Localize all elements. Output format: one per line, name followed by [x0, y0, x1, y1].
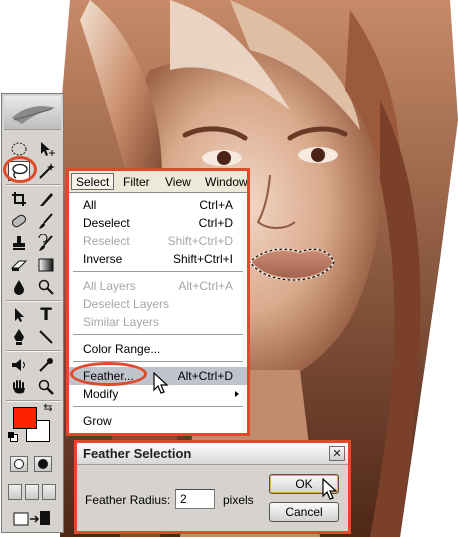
eraser-tool-icon[interactable] — [8, 255, 30, 275]
menu-item-similar-layers: Similar Layers — [69, 313, 247, 331]
menu-bar: Select Filter View Window — [69, 171, 247, 193]
menu-item-shortcut: Shift+Ctrl+D — [167, 234, 233, 248]
crop-tool-icon[interactable] — [8, 189, 30, 209]
healing-brush-tool-icon[interactable] — [8, 211, 30, 231]
path-selection-tool-icon[interactable] — [8, 305, 30, 325]
menu-item-shortcut: Ctrl+A — [199, 198, 233, 212]
menu-item-label: Modify — [83, 387, 119, 401]
swap-colors-icon[interactable]: ⇆ — [40, 400, 56, 414]
menu-item-all[interactable]: All Ctrl+A — [69, 196, 247, 214]
magic-wand-tool-icon[interactable] — [35, 161, 57, 181]
history-brush-tool-icon[interactable] — [35, 233, 57, 253]
feather-radius-label: Feather Radius: — [85, 493, 171, 507]
lasso-highlight-annotation — [3, 156, 37, 183]
menu-item-label: Similar Layers — [83, 315, 160, 329]
submenu-arrow-icon — [235, 391, 239, 397]
menu-item-label: All Layers — [83, 279, 136, 293]
zoom-tool-icon[interactable] — [35, 377, 57, 397]
slice-tool-icon[interactable] — [35, 189, 57, 209]
default-colors-icon[interactable] — [8, 432, 18, 442]
full-screen-mode-button[interactable] — [42, 484, 56, 500]
clone-stamp-tool-icon[interactable] — [8, 233, 30, 253]
menu-item-inverse[interactable]: Inverse Shift+Ctrl+I — [69, 250, 247, 268]
menu-item-shortcut: Alt+Ctrl+A — [178, 279, 233, 293]
menu-item-color-range[interactable]: Color Range... — [69, 340, 247, 358]
menu-item-label: Inverse — [83, 252, 123, 266]
mouse-pointer-icon — [322, 478, 338, 500]
menu-select[interactable]: Select — [71, 173, 115, 190]
quick-mask-mode-button[interactable] — [34, 456, 52, 472]
menu-item-reselect: Reselect Shift+Ctrl+D — [69, 232, 247, 250]
full-screen-menu-mode-button[interactable] — [25, 484, 39, 500]
pen-tool-icon[interactable] — [8, 327, 30, 347]
menu-item-all-layers: All Layers Alt+Ctrl+A — [69, 277, 247, 295]
dialog-title: Feather Selection — [83, 446, 192, 461]
eyedropper-tool-icon[interactable] — [35, 355, 57, 375]
menu-item-deselect[interactable]: Deselect Ctrl+D — [69, 214, 247, 232]
menu-item-label: Reselect — [83, 234, 130, 248]
feather-selection-dialog: Feather Selection ✕ Feather Radius: 2 pi… — [74, 440, 351, 534]
foreground-color-swatch[interactable] — [13, 407, 37, 429]
standard-screen-mode-button[interactable] — [8, 484, 22, 500]
dialog-title-bar: Feather Selection ✕ — [77, 443, 348, 465]
menu-item-shortcut: Shift+Ctrl+I — [172, 252, 233, 266]
menu-item-label: Deselect Layers — [83, 297, 170, 311]
jump-to-imageready-icon[interactable] — [8, 508, 56, 528]
move-tool-icon[interactable] — [35, 139, 57, 159]
feather-radius-input[interactable]: 2 — [175, 489, 215, 509]
standard-mode-button[interactable] — [10, 456, 28, 472]
menu-window[interactable]: Window — [201, 174, 247, 191]
menu-item-label: All — [83, 198, 97, 212]
menu-item-shortcut: Ctrl+D — [198, 216, 233, 230]
brush-tool-icon[interactable] — [35, 211, 57, 231]
menu-separator — [73, 406, 243, 408]
menu-filter[interactable]: Filter — [119, 174, 154, 191]
menu-separator — [73, 334, 243, 336]
feather-highlight-annotation — [70, 362, 147, 386]
menu-item-label: Grow — [83, 414, 112, 428]
hand-tool-icon[interactable] — [8, 377, 30, 397]
menu-view[interactable]: View — [161, 174, 195, 191]
gradient-tool-icon[interactable] — [35, 255, 57, 275]
notes-tool-icon[interactable] — [8, 355, 30, 375]
menu-item-label: Deselect — [83, 216, 130, 230]
line-tool-icon[interactable] — [35, 327, 57, 347]
close-icon[interactable]: ✕ — [329, 446, 345, 461]
dodge-tool-icon[interactable] — [35, 277, 57, 297]
mouse-pointer-icon — [153, 372, 169, 394]
feather-radius-unit: pixels — [223, 493, 254, 507]
blur-tool-icon[interactable] — [8, 277, 30, 297]
menu-separator — [73, 271, 243, 273]
cancel-button[interactable]: Cancel — [269, 502, 339, 522]
menu-item-deselect-layers: Deselect Layers — [69, 295, 247, 313]
menu-item-grow[interactable]: Grow — [69, 412, 247, 430]
menu-item-label: Color Range... — [83, 342, 161, 356]
menu-item-shortcut: Alt+Ctrl+D — [177, 369, 233, 383]
feather-logo-icon — [12, 106, 56, 124]
toolbox-header — [4, 96, 61, 130]
type-tool-icon[interactable]: T — [35, 305, 57, 325]
